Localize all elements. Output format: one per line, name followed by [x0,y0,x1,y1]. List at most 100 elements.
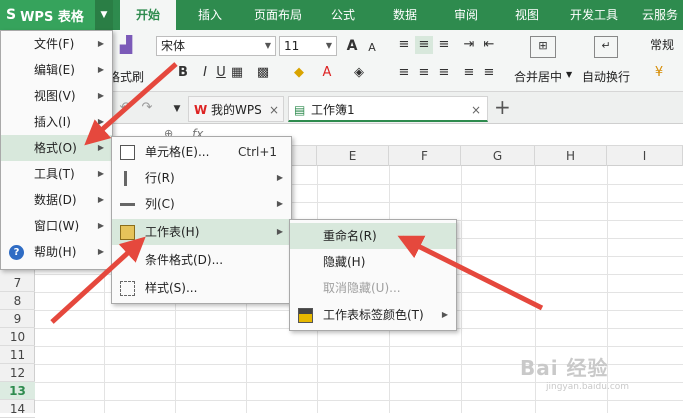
menu-item-tab-color[interactable]: 工作表标签颜色(T) ▶ [290,302,456,328]
menu-item-file[interactable]: 文件(F) ▶ [1,31,112,57]
new-tab-icon[interactable]: + [494,95,511,119]
menu-item-window[interactable]: 窗口(W) ▶ [1,213,112,239]
chevron-right-icon: ▶ [97,65,104,74]
menu-item-rename[interactable]: 重命名(R) [290,223,456,249]
menu-item-insert[interactable]: 插入(I) ▶ [1,109,112,135]
bold-button[interactable]: B [174,64,192,82]
chevron-right-icon: ▶ [276,173,283,182]
undo-icon[interactable]: ↶ [116,99,134,117]
font-size-select[interactable]: 11 ▼ [279,36,337,56]
menu-item-row[interactable]: 行(R) ▶ [112,165,291,191]
menu-item-edit[interactable]: 编辑(E) ▶ [1,57,112,83]
distribute-icon[interactable]: ≡ [480,64,498,82]
tab-insert[interactable]: 插入 [184,0,236,30]
row-icon [124,171,130,186]
chevron-right-icon: ▶ [97,39,104,48]
fill-color-icon[interactable]: ◆ [290,64,308,82]
align-middle-icon[interactable]: ≡ [415,36,433,54]
row-header-8[interactable]: 8 [0,292,35,310]
font-name-select[interactable]: 宋体 ▼ [156,36,276,56]
merge-center-icon[interactable]: ⊞ [530,36,556,58]
tab-data[interactable]: 数据 [382,0,428,30]
column-header-i[interactable]: I [607,146,683,166]
tab-view[interactable]: 视图 [504,0,550,30]
row-header-13[interactable]: 13 [0,382,35,400]
worksheet-submenu: 重命名(R) 隐藏(H) 取消隐藏(U)... 工作表标签颜色(T) ▶ [289,219,457,331]
border-icon[interactable]: ▦ [228,64,246,82]
menu-item-worksheet[interactable]: 工作表(H) ▶ [112,219,291,245]
row-header-12[interactable]: 12 [0,364,35,382]
menu-item-conditional-format[interactable]: 条件格式(D)... [112,247,291,273]
currency-icon[interactable]: ¥ [650,64,668,82]
align-center-icon[interactable]: ≡ [415,64,433,82]
merge-center-button[interactable]: 合并居中 [514,68,562,85]
menu-item-column[interactable]: 列(C) ▶ [112,191,291,217]
font-shrink-label: A [368,41,376,54]
chevron-right-icon: ▶ [97,247,104,256]
brush-icon[interactable]: ▟ [116,36,136,56]
column-header-g[interactable]: G [461,146,535,166]
wrap-text-button[interactable]: 自动换行 [582,68,630,85]
tab-developer[interactable]: 开发工具 [564,0,624,30]
font-color-icon[interactable]: A [318,64,336,82]
app-menu-button[interactable]: S WPS 表格 ▼ [0,0,113,30]
menu-item-label: 编辑(E) [34,63,75,77]
tab-start[interactable]: 开始 [120,0,176,30]
tab-color-icon [298,308,313,323]
align-right-icon[interactable]: ≡ [435,64,453,82]
column-header-f[interactable]: F [389,146,461,166]
close-icon[interactable]: × [269,97,279,123]
menu-item-view[interactable]: 视图(V) ▶ [1,83,112,109]
tab-my-wps[interactable]: W 我的WPS × [188,96,284,122]
tab-page-layout[interactable]: 页面布局 [246,0,310,30]
ribbon-tab-bar: S WPS 表格 ▼ 开始 插入 页面布局 公式 数据 审阅 视图 开发工具 云… [0,0,683,30]
wrap-text-icon[interactable]: ↵ [594,36,618,58]
chevron-right-icon: ▶ [97,143,104,152]
main-menu: 文件(F) ▶ 编辑(E) ▶ 视图(V) ▶ 插入(I) ▶ 格式(O) ▶ 工具(T)… [0,30,113,270]
row-header-11[interactable]: 11 [0,346,35,364]
redo-icon[interactable]: ↷ [138,99,156,117]
chevron-down-icon: ▼ [325,41,332,50]
row-header-10[interactable]: 10 [0,328,35,346]
font-shrink-button[interactable]: A [363,39,381,57]
cell-fill-icon[interactable]: ▩ [254,64,272,82]
align-left-icon[interactable]: ≡ [395,64,413,82]
menu-item-label: 数据(D) [34,193,77,207]
menu-item-label: 工具(T) [34,167,75,181]
tab-formula[interactable]: 公式 [320,0,366,30]
menu-item-hide[interactable]: 隐藏(H) [290,249,456,275]
tab-cloud[interactable]: 云服务 [636,0,683,30]
row-header-7[interactable]: 7 [0,274,35,292]
chevron-down-icon[interactable]: ▼ [95,0,113,30]
column-header-e[interactable]: E [317,146,389,166]
format-painter-label[interactable]: 格式刷 [108,68,144,85]
menu-item-cells[interactable]: 单元格(E)... Ctrl+1 [112,139,291,165]
number-format-select[interactable]: 常规 [646,36,683,56]
tab-review[interactable]: 审阅 [443,0,489,30]
menu-item-data[interactable]: 数据(D) ▶ [1,187,112,213]
indent-icon[interactable]: ⇥ [460,36,478,54]
clear-format-icon[interactable]: ◈ [350,64,368,82]
align-bottom-icon[interactable]: ≡ [435,36,453,54]
chevron-down-icon: ▼ [264,41,271,50]
menu-item-label: 工作表(H) [145,225,200,239]
column-header-h[interactable]: H [535,146,607,166]
format-submenu: 单元格(E)... Ctrl+1 行(R) ▶ 列(C) ▶ 工作表(H) ▶ … [111,136,292,304]
tab-workbook[interactable]: ▤ 工作簿1 × [288,96,488,122]
row-header-9[interactable]: 9 [0,310,35,328]
row-header-14[interactable]: 14 [0,400,35,418]
close-icon[interactable]: × [471,97,481,123]
align-top-icon[interactable]: ≡ [395,36,413,54]
worksheet-icon [120,225,135,240]
chevron-down-icon[interactable]: ▼ [566,70,572,79]
menu-item-label: 行(R) [145,171,175,185]
menu-item-style[interactable]: 样式(S)... [112,275,291,301]
menu-item-help[interactable]: ? 帮助(H) ▶ [1,239,112,265]
chevron-right-icon: ▶ [97,169,104,178]
justify-icon[interactable]: ≡ [460,64,478,82]
menu-item-format[interactable]: 格式(O) ▶ [1,135,112,161]
outdent-icon[interactable]: ⇤ [480,36,498,54]
menu-item-tools[interactable]: 工具(T) ▶ [1,161,112,187]
font-grow-button[interactable]: A [343,37,361,55]
chevron-down-icon[interactable]: ▼ [168,100,186,118]
